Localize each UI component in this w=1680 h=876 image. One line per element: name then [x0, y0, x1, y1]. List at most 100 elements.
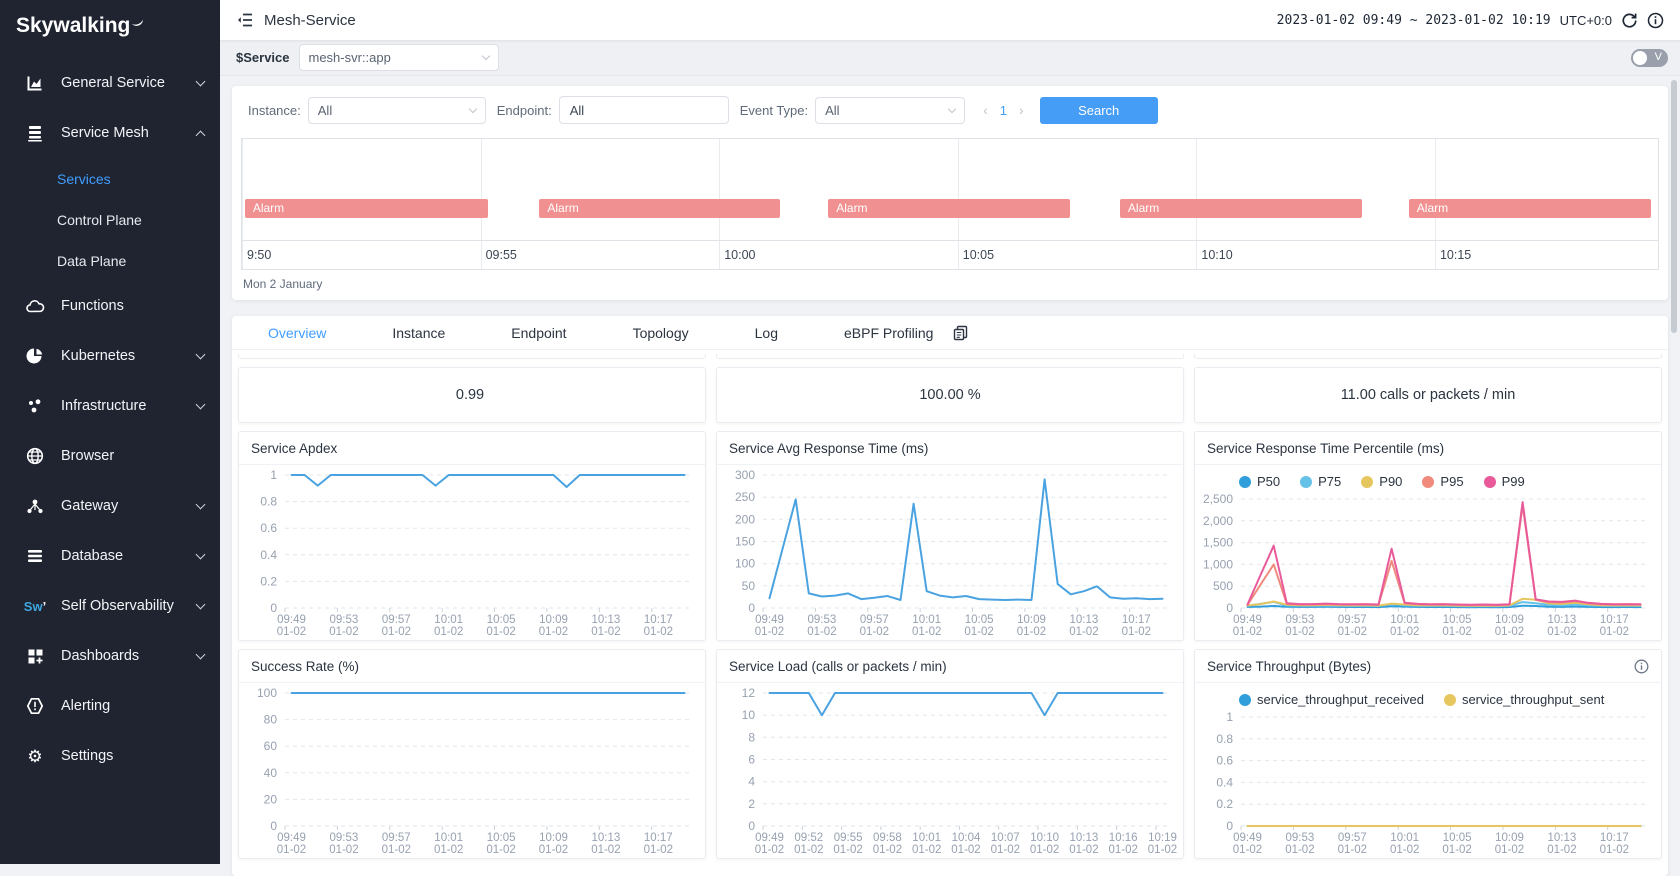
svg-text:6: 6: [748, 753, 755, 767]
alarm-bar[interactable]: Alarm: [1120, 199, 1362, 218]
svg-text:2,500: 2,500: [1203, 492, 1233, 506]
refresh-icon[interactable]: [1621, 12, 1638, 29]
copy-icon[interactable]: [953, 325, 968, 341]
tab-instance[interactable]: Instance: [392, 325, 445, 341]
kubernetes-icon: [24, 347, 46, 365]
event-type-filter-label: Event Type:: [740, 103, 808, 118]
sidebar-item-data-plane[interactable]: Data Plane: [0, 240, 220, 281]
legend-dot: [1361, 476, 1373, 488]
svg-text:09:5301-02: 09:5301-02: [807, 614, 836, 638]
line-chart: 02468101209:4901-0209:5201-0209:5501-020…: [717, 683, 1183, 858]
service-select[interactable]: mesh-svr::app: [299, 44, 499, 71]
svg-text:0.8: 0.8: [1216, 732, 1233, 746]
chart-legend[interactable]: P50 P75 P90 P95 P99: [1195, 465, 1661, 489]
sidebar-item-services[interactable]: Services: [0, 158, 220, 199]
svg-text:0: 0: [1226, 601, 1233, 615]
search-button[interactable]: Search: [1040, 97, 1158, 124]
throughput-info-icon[interactable]: [1634, 659, 1649, 674]
svg-text:1: 1: [270, 468, 277, 482]
sidebar-item-dashboards[interactable]: Dashboards: [0, 631, 220, 681]
svg-text:09:4901-02: 09:4901-02: [1233, 614, 1262, 638]
tab-ebpf-profiling[interactable]: eBPF Profiling: [844, 325, 933, 341]
sidebar-item-functions[interactable]: Functions: [0, 281, 220, 331]
sidebar-item-label: Alerting: [61, 698, 204, 714]
sidebar-item-control-plane[interactable]: Control Plane: [0, 199, 220, 240]
sidebar-item-service-mesh[interactable]: Service Mesh: [0, 108, 220, 158]
legend-item[interactable]: P50: [1239, 474, 1280, 489]
svg-text:10:1601-02: 10:1601-02: [1108, 832, 1137, 856]
svg-text:10:0901-02: 10:0901-02: [1495, 832, 1524, 856]
legend-dot: [1484, 476, 1496, 488]
svg-text:0.4: 0.4: [1216, 775, 1233, 789]
alarm-bar[interactable]: Alarm: [539, 199, 780, 218]
chevron-down-icon: [196, 350, 206, 360]
infrastructure-icon: [24, 399, 46, 414]
alarm-bar[interactable]: Alarm: [1409, 199, 1651, 218]
sidebar-item-general-service[interactable]: General Service: [0, 58, 220, 108]
info-icon[interactable]: [1647, 12, 1664, 29]
sidebar-item-self-observability[interactable]: Sw’ Self Observability: [0, 581, 220, 631]
chart-icon: [24, 75, 46, 92]
chevron-down-icon: [196, 77, 206, 87]
sidebar-item-database[interactable]: Database: [0, 531, 220, 581]
svg-text:09:5701-02: 09:5701-02: [382, 832, 411, 856]
tab-endpoint[interactable]: Endpoint: [511, 325, 566, 341]
metric-unit: calls or packets / min: [1380, 387, 1515, 403]
svg-text:09:4901-02: 09:4901-02: [277, 614, 306, 638]
sidebar-collapse-icon[interactable]: [236, 13, 253, 27]
svg-text:0.8: 0.8: [260, 495, 277, 509]
svg-text:10:1301-02: 10:1301-02: [1547, 832, 1576, 856]
line-chart: 00.20.40.60.8109:4901-0209:5301-0209:570…: [1195, 707, 1661, 858]
svg-text:10:0401-02: 10:0401-02: [951, 832, 981, 856]
chart-legend[interactable]: service_throughput_received service_throu…: [1195, 683, 1661, 707]
cloud-icon: [24, 299, 46, 314]
next-page-icon[interactable]: ›: [1019, 102, 1024, 118]
svg-text:10:0101-02: 10:0101-02: [434, 832, 463, 856]
timezone-label: UTC+0:0: [1560, 13, 1612, 28]
alarm-bar[interactable]: Alarm: [828, 199, 1070, 218]
tab-overview[interactable]: Overview: [268, 325, 326, 341]
svg-text:1,500: 1,500: [1203, 536, 1233, 550]
legend-item[interactable]: service_throughput_received: [1239, 692, 1424, 707]
legend-item[interactable]: service_throughput_sent: [1444, 692, 1604, 707]
timeline-time-label: 10:10: [1201, 248, 1232, 262]
legend-dot: [1422, 476, 1434, 488]
alarm-bar[interactable]: Alarm: [245, 199, 489, 218]
chart-title: Service Response Time Percentile (ms): [1207, 441, 1444, 456]
chevron-down-icon: [481, 52, 489, 60]
event-type-select[interactable]: All: [815, 97, 965, 124]
view-toggle[interactable]: V: [1631, 49, 1668, 67]
chart-service-load: Service Load (calls or packets / min) 02…: [716, 649, 1184, 859]
tab-log[interactable]: Log: [755, 325, 778, 341]
legend-item[interactable]: P99: [1484, 474, 1525, 489]
instance-select[interactable]: All: [308, 97, 486, 124]
svg-text:10:1301-02: 10:1301-02: [591, 614, 620, 638]
svg-text:150: 150: [735, 535, 755, 549]
sidebar-subitem-label: Control Plane: [57, 212, 142, 228]
svg-text:10:0901-02: 10:0901-02: [1495, 614, 1524, 638]
line-chart: 02040608010009:4901-0209:5301-0209:5701-…: [239, 683, 705, 858]
sidebar-item-alerting[interactable]: Alerting: [0, 681, 220, 731]
svg-text:10:0501-02: 10:0501-02: [964, 614, 993, 638]
svg-text:80: 80: [264, 713, 278, 727]
sidebar-item-settings[interactable]: ⚙ Settings: [0, 731, 220, 781]
widgets-grid: 0.99 100.00 % 11.00 calls or packets / m…: [232, 350, 1668, 859]
instance-select-value: All: [318, 103, 332, 118]
legend-item[interactable]: P75: [1300, 474, 1341, 489]
prev-page-icon[interactable]: ‹: [983, 102, 988, 118]
legend-item[interactable]: P95: [1422, 474, 1463, 489]
scrollbar[interactable]: [1671, 80, 1677, 333]
sidebar-item-browser[interactable]: Browser: [0, 431, 220, 481]
endpoint-input[interactable]: All: [559, 96, 729, 124]
legend-item[interactable]: P90: [1361, 474, 1402, 489]
svg-text:10:0101-02: 10:0101-02: [912, 832, 941, 856]
sidebar-item-kubernetes[interactable]: Kubernetes: [0, 331, 220, 381]
metric-value: 0.99: [456, 387, 484, 403]
instance-filter-label: Instance:: [248, 103, 301, 118]
events-card: Instance: All Endpoint: All Event Type: …: [232, 86, 1668, 300]
svg-text:0: 0: [270, 601, 277, 615]
sidebar-item-infrastructure[interactable]: Infrastructure: [0, 381, 220, 431]
tab-topology[interactable]: Topology: [633, 325, 689, 341]
time-range-picker[interactable]: 2023-01-02 09:49 ~ 2023-01-02 10:19: [1277, 13, 1551, 28]
sidebar-item-gateway[interactable]: Gateway: [0, 481, 220, 531]
